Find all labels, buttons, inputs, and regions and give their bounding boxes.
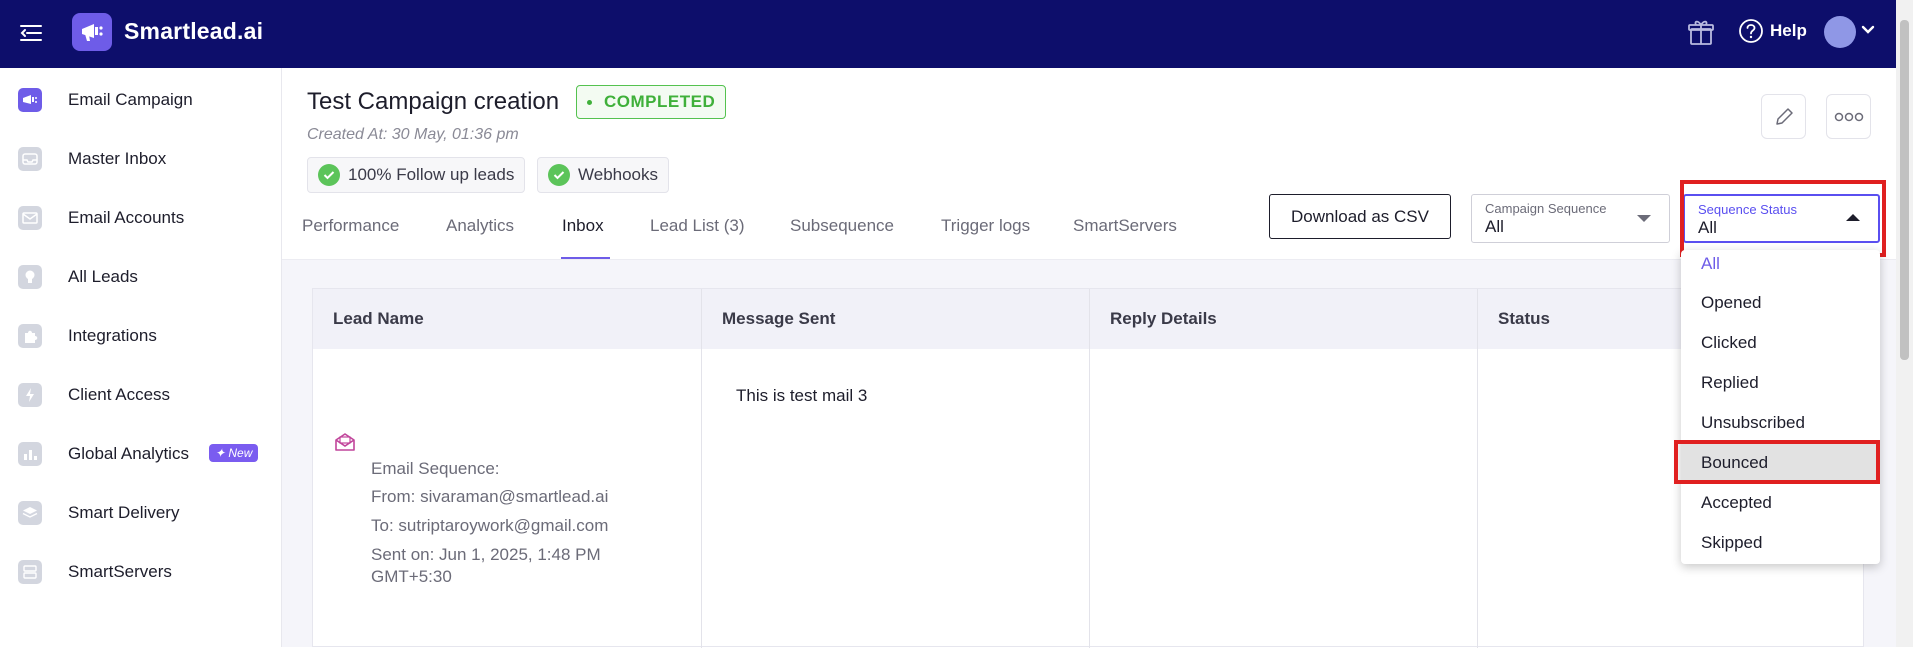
sidebar: Email Campaign Master Inbox Email Accoun… — [0, 68, 282, 647]
option-replied[interactable]: Replied — [1681, 363, 1880, 403]
page-scrollbar[interactable] — [1896, 0, 1913, 647]
option-unsubscribed[interactable]: Unsubscribed — [1681, 403, 1880, 443]
help-icon[interactable] — [1738, 18, 1764, 44]
tab-lead-list[interactable]: Lead List (3) — [650, 216, 745, 236]
caret-down-icon — [1637, 215, 1651, 222]
column-divider — [1477, 289, 1478, 648]
status-dot — [587, 99, 592, 105]
brand-name: Smartlead.ai — [124, 18, 264, 44]
tab-subsequence[interactable]: Subsequence — [790, 216, 894, 236]
campaign-sequence-select[interactable]: Campaign Sequence All — [1471, 194, 1670, 243]
tab-inbox[interactable]: Inbox — [562, 216, 604, 236]
check-circle-icon — [548, 164, 570, 186]
chevron-down-icon[interactable] — [1860, 22, 1876, 38]
help-link[interactable]: Help — [1770, 21, 1807, 41]
header-message-sent: Message Sent — [722, 309, 836, 328]
avatar[interactable] — [1824, 16, 1856, 48]
new-badge: ✦ New — [209, 444, 259, 462]
email-to: To: sutriptaroywork@gmail.com — [371, 516, 609, 535]
mail-icon — [18, 206, 42, 230]
sidebar-item-global-analytics[interactable]: Global Analytics ✦ New — [0, 432, 282, 476]
sidebar-item-label: Master Inbox — [68, 149, 167, 168]
email-from: From: sivaraman@smartlead.ai — [371, 487, 609, 506]
sidebar-item-integrations[interactable]: Integrations — [0, 314, 282, 358]
inbox-icon — [18, 147, 42, 171]
menu-toggle-icon[interactable] — [18, 20, 44, 46]
sidebar-item-client-access[interactable]: Client Access — [0, 373, 282, 417]
column-divider — [701, 289, 702, 648]
email-sequence-label: Email Sequence: — [371, 459, 500, 478]
sidebar-item-label: Email Campaign — [68, 90, 193, 109]
sidebar-item-smart-delivery[interactable]: Smart Delivery — [0, 491, 282, 535]
inbox-table: Lead Name Message Sent Reply Details Sta… — [312, 288, 1864, 648]
header-reply-details: Reply Details — [1110, 309, 1217, 328]
tab-performance[interactable]: Performance — [302, 216, 399, 236]
sidebar-item-label: Client Access — [68, 385, 171, 404]
option-skipped[interactable]: Skipped — [1681, 523, 1880, 563]
sidebar-item-email-campaign[interactable]: Email Campaign — [0, 78, 282, 122]
option-clicked[interactable]: Clicked — [1681, 323, 1880, 363]
logo-icon[interactable] — [72, 13, 112, 51]
pencil-icon — [1775, 107, 1793, 125]
option-all[interactable]: All — [1681, 250, 1880, 278]
envelope-open-icon — [333, 430, 357, 454]
page-title: Test Campaign creation — [307, 88, 560, 115]
scrollbar-thumb[interactable] — [1900, 20, 1909, 360]
option-opened[interactable]: Opened — [1681, 283, 1880, 323]
more-options-button[interactable] — [1826, 94, 1871, 139]
chip-label: Webhooks — [578, 165, 659, 184]
lightbulb-icon — [18, 265, 42, 289]
server-icon — [18, 560, 42, 584]
bar-chart-icon — [18, 442, 42, 466]
sidebar-item-label: Email Accounts — [68, 208, 185, 227]
email-sent-on: Sent on: Jun 1, 2025, 1:48 PM — [371, 545, 601, 564]
check-circle-icon — [318, 164, 340, 186]
sidebar-item-master-inbox[interactable]: Master Inbox — [0, 137, 282, 181]
sidebar-item-smartservers[interactable]: SmartServers — [0, 550, 282, 594]
more-dots-icon — [1834, 112, 1863, 121]
sequence-status-dropdown: All Opened Clicked Replied Unsubscribed … — [1681, 250, 1880, 564]
header-status: Status — [1498, 309, 1550, 328]
sidebar-item-email-accounts[interactable]: Email Accounts — [0, 196, 282, 240]
bolt-icon — [18, 383, 42, 407]
tab-analytics[interactable]: Analytics — [446, 216, 514, 236]
column-divider — [1089, 289, 1090, 648]
highlight-box-bounced — [1674, 440, 1880, 484]
email-sent-timezone: GMT+5:30 — [371, 567, 452, 586]
edit-button[interactable] — [1761, 94, 1806, 139]
option-accepted[interactable]: Accepted — [1681, 483, 1880, 523]
chip-follow-up-leads: 100% Follow up leads — [307, 157, 526, 193]
gift-icon[interactable] — [1686, 18, 1716, 48]
layers-icon — [18, 501, 42, 525]
select-value: All — [1485, 217, 1504, 236]
header-lead-name: Lead Name — [333, 309, 424, 328]
sidebar-item-label: All Leads — [68, 267, 138, 286]
megaphone-icon — [18, 88, 42, 112]
status-badge-label: COMPLETED — [604, 92, 716, 111]
select-label: Campaign Sequence — [1485, 201, 1607, 216]
sidebar-item-label: Integrations — [68, 326, 157, 345]
tab-smartservers[interactable]: SmartServers — [1073, 216, 1177, 236]
download-csv-button[interactable]: Download as CSV — [1269, 194, 1451, 239]
highlight-box-sequence-status — [1680, 180, 1886, 257]
status-badge: COMPLETED — [576, 85, 727, 119]
table-header: Lead Name Message Sent Reply Details Sta… — [313, 289, 1863, 349]
chip-webhooks: Webhooks — [537, 157, 670, 193]
sidebar-item-all-leads[interactable]: All Leads — [0, 255, 282, 299]
chip-label: 100% Follow up leads — [348, 165, 515, 184]
created-at: Created At: 30 May, 01:36 pm — [307, 126, 519, 143]
tab-trigger-logs[interactable]: Trigger logs — [941, 216, 1030, 236]
message-sent-text: This is test mail 3 — [736, 386, 868, 405]
sidebar-item-label: Global Analytics — [68, 444, 189, 463]
puzzle-icon — [18, 324, 42, 348]
top-navbar: Smartlead.ai Help — [0, 0, 1896, 68]
sidebar-item-label: Smart Delivery — [68, 503, 180, 522]
sidebar-item-label: SmartServers — [68, 562, 172, 581]
